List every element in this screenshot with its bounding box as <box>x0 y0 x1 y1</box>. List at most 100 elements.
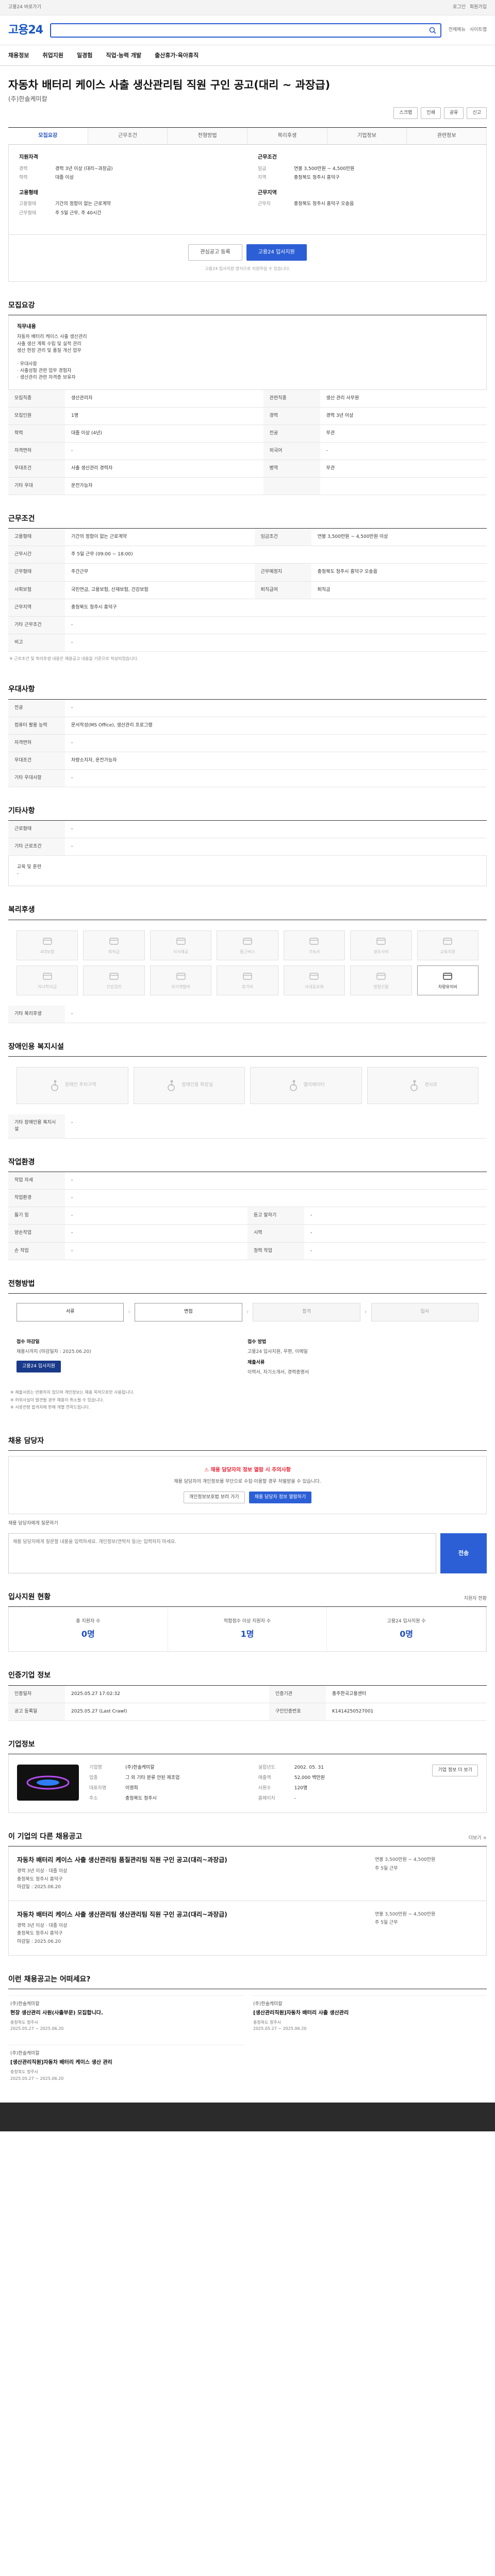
view-manager-button[interactable]: 채용 담당자 정보 열람하기 <box>249 1491 312 1503</box>
docs-label: 제출서류 <box>248 1360 265 1365</box>
duty-body: 자동차 배터리 케이스 사출 생산관리 사출 생산 계획 수립 및 실적 관리 … <box>17 334 87 380</box>
process-apply-button[interactable]: 고용24 입사지원 <box>16 1360 61 1372</box>
section-title: 모집요강 <box>8 301 35 310</box>
recommend-card[interactable]: (주)한솔케미칼 [생산관리직원]자동차 배터리 사출 생산관리 충청북도 청주… <box>251 1995 487 2038</box>
recommend-card[interactable]: (주)한솔케미칼 현장 생산관리 사원(사출부문) 모집합니다. 충청북도 청주… <box>8 1995 244 2038</box>
warning-icon: ⚠ <box>204 1467 211 1473</box>
notice-item: ※ 서류전형 합격자에 한해 개별 연락드립니다. <box>10 1405 90 1410</box>
welfare-item: 차량유지비 <box>417 965 478 995</box>
stat-qualified: 적합점수 이상 지원자 수 1명 <box>168 1607 327 1652</box>
welfare-extra-table: 기타 복리후생 - <box>8 1005 487 1023</box>
welfare-item: 자기계발비 <box>150 965 212 995</box>
process-step: 면접 <box>135 1302 242 1321</box>
summary-value: 대졸 이상 <box>55 175 74 180</box>
privacy-law-button[interactable]: 개인정보보호법 보러 가기 <box>183 1491 245 1503</box>
welfare-icon <box>109 938 119 945</box>
welfare-item: 자녀학자금 <box>16 965 78 995</box>
related-job-title[interactable]: 자동차 배터리 케이스 사출 생산관리팀 생산관리팀 직원 구인 공고(대리~과… <box>17 1910 365 1919</box>
certification-section: 인증기업 정보 인증일자 2025.05.27 17:02:32 인증기관 충주한국고… <box>8 1670 487 1721</box>
tab-recruit[interactable]: 모집요강 <box>8 127 88 145</box>
section-title: 인증기업 정보 <box>8 1671 51 1680</box>
welfare-item: 통근버스 <box>217 930 278 960</box>
apply-method: 접수 마감일 채용시까지 (마감일자 : 2025.06.20) 고용24 입사… <box>8 1331 487 1384</box>
preference-section: 우대사항 전공 - 컴퓨터 활용 능력 문서작성(MS Office), 생산관리 … <box>8 684 487 787</box>
main-nav: 채용정보 취업지원 일경험 직업·능력 개발 출산휴가·육아휴직 <box>0 45 495 66</box>
nav-item-jobs[interactable]: 채용정보 <box>8 52 29 60</box>
summary-key: 지역 <box>258 175 267 180</box>
nav-item-training[interactable]: 직업·능력 개발 <box>106 52 141 60</box>
related-job-card[interactable]: 자동차 배터리 케이스 사출 생산관리팀 품질관리팀 직원 구인 공고(대리~과… <box>8 1846 487 1902</box>
welfare-item: 기숙사 <box>283 930 345 960</box>
tab-related[interactable]: 관련정보 <box>407 127 487 145</box>
site-header: 고용24 전체메뉴 사이트맵 <box>0 15 495 45</box>
welfare-icon <box>243 938 252 945</box>
notice-item: ※ 허위사실이 발견될 경우 채용이 취소될 수 있습니다. <box>10 1397 104 1402</box>
accessibility-item: 경사로 <box>367 1066 478 1104</box>
process-section: 전형방법 서류 › 면접 › 합격 › 입사 접수 마감일 채용시까지 (마감일자 : 20… <box>8 1279 487 1417</box>
related-job-card[interactable]: 자동차 배터리 케이스 사출 생산관리팀 생산관리팀 직원 구인 공고(대리~과… <box>8 1901 487 1956</box>
job-summary: 지원자격 경력 경력 3년 이상 (대리~과장급) 학력 대졸 이상 고용형태 고용… <box>8 145 487 235</box>
welfare-icon <box>109 973 119 980</box>
search-icon[interactable] <box>429 27 436 34</box>
method-value: 고용24 입사지원, 우편, 이메일 <box>248 1349 308 1354</box>
login-link[interactable]: 로그인 <box>453 4 466 11</box>
section-title: 이런 채용공고는 어떠세요? <box>8 1975 91 1984</box>
process-steps: 서류 › 면접 › 합격 › 입사 <box>8 1294 487 1331</box>
site-footer <box>0 2103 495 2132</box>
conditions-table: 고용형태 기간의 정함이 없는 근로계약 임금조건 연봉 3,500만원 ~ 4,50… <box>8 529 487 652</box>
print-button[interactable]: 인쇄 <box>421 107 441 119</box>
summary-key: 임금 <box>258 166 267 172</box>
tab-welfare[interactable]: 복리후생 <box>248 127 327 145</box>
stat-online: 고용24 입사지원 수 0명 <box>327 1607 486 1652</box>
accessibility-extra-table: 기타 장애인용 복지시설 - <box>8 1114 487 1139</box>
tab-process[interactable]: 전형방법 <box>168 127 248 145</box>
company-section: 기업정보 기업명 (주)한솔케미칼 설립년도 2002. 05. 31 업종 그 외 기… <box>8 1739 487 1814</box>
related-job-side: 연봉 3,500만원 ~ 4,500만원 주 5일 근무 <box>375 1912 436 1926</box>
sitemap-link[interactable]: 사이트맵 <box>470 27 487 33</box>
related-job-side: 연봉 3,500만원 ~ 4,500만원 주 5일 근무 <box>375 1857 436 1871</box>
notice-item: ※ 제출서류는 반환하지 않으며 개인정보는 채용 목적으로만 사용됩니다. <box>10 1390 135 1395</box>
welfare-item: 4대보험 <box>16 930 78 960</box>
all-menu-link[interactable]: 전체메뉴 <box>449 27 466 33</box>
wheelchair-icon <box>410 1080 418 1091</box>
duty-title: 직무내용 <box>17 324 36 330</box>
welfare-item: 교육지원 <box>417 930 478 960</box>
docs-value: 이력서, 자기소개서, 경력증명서 <box>248 1370 309 1375</box>
section-title: 입사지원 현황 <box>8 1592 51 1601</box>
section-title: 장애인용 복지시설 <box>8 1042 64 1051</box>
accessibility-item: 장애인 주차구역 <box>16 1066 128 1104</box>
apply-button[interactable]: 고용24 입사지원 <box>246 244 307 261</box>
search-input[interactable] <box>50 23 441 38</box>
company-name[interactable]: (주)한솔케미칼 <box>8 95 487 104</box>
summary-key: 경력 <box>19 166 28 172</box>
conditions-note: ※ 근로조건 및 복리후생 내용은 채용공고 내용을 기준으로 작성되었습니다. <box>9 656 139 661</box>
join-link[interactable]: 회원가입 <box>470 4 487 11</box>
tab-conditions[interactable]: 근무조건 <box>88 127 168 145</box>
qna-send-button[interactable]: 전송 <box>440 1533 487 1573</box>
report-button[interactable]: 신고 <box>467 107 487 119</box>
related-job-title[interactable]: 자동차 배터리 케이스 사출 생산관리팀 품질관리팀 직원 구인 공고(대리~과… <box>17 1856 365 1865</box>
summary-group-title: 고용형태 <box>19 190 38 196</box>
tab-company[interactable]: 기업정보 <box>327 127 407 145</box>
favorite-button[interactable]: 관심공고 등록 <box>188 244 242 261</box>
summary-key: 근무형태 <box>19 210 37 216</box>
process-step: 합격 <box>253 1302 360 1321</box>
nav-item-leave[interactable]: 출산휴가·육아휴직 <box>155 52 199 60</box>
nav-item-support[interactable]: 취업지원 <box>42 52 63 60</box>
apply-box: 관심공고 등록 고용24 입사지원 고용24 입사지원 방식으로 지원하실 수 … <box>8 234 487 282</box>
nav-item-experience[interactable]: 일경험 <box>77 52 92 60</box>
site-logo[interactable]: 고용24 <box>8 22 43 39</box>
welfare-icon <box>309 938 319 945</box>
qna-textarea[interactable] <box>8 1533 436 1573</box>
share-button[interactable]: 공유 <box>443 107 464 119</box>
wheelchair-icon <box>51 1080 58 1091</box>
recommend-card[interactable]: (주)한솔케미칼 [생산관리직원]자동차 배터리 케이스 생산 관리 충청북도 … <box>8 2045 244 2087</box>
summary-value: 기간의 정함이 없는 근로계약 <box>55 201 111 207</box>
company-more-button[interactable]: 기업 정보 더 보기 <box>432 1764 478 1777</box>
welfare-item: 퇴직금 <box>83 930 145 960</box>
scrap-button[interactable]: 스크랩 <box>393 107 418 119</box>
welfare-icon <box>376 938 386 945</box>
step-arrow-icon: › <box>364 1308 367 1316</box>
top-link-1[interactable]: 고용24 바로가기 <box>8 4 41 11</box>
related-more-link[interactable]: 더보기 + <box>469 1835 487 1842</box>
